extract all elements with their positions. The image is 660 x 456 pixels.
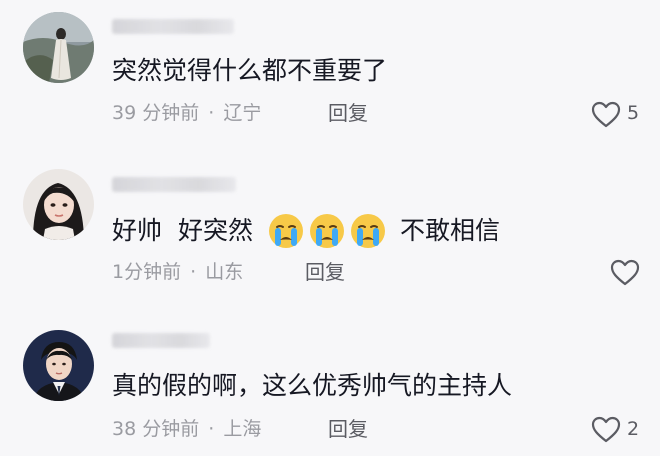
avatar-image bbox=[23, 169, 94, 240]
avatar[interactable] bbox=[23, 169, 94, 240]
avatar-image bbox=[23, 12, 94, 83]
comment-meta: 1分钟前 · 山东 bbox=[112, 260, 243, 284]
comment-text: 真的假的啊，这么优秀帅气的主持人 bbox=[112, 369, 512, 403]
meta-separator: · bbox=[208, 102, 215, 124]
comment-text: 好帅 好突然 不敢相信 bbox=[112, 212, 500, 250]
comment-text-part-1: 好帅 bbox=[112, 216, 163, 245]
emoji-group bbox=[267, 212, 390, 250]
comment-text-content: 真的假的啊，这么优秀帅气的主持人 bbox=[112, 371, 513, 400]
reply-button[interactable]: 回复 bbox=[328, 417, 368, 441]
username-blurred[interactable] bbox=[112, 177, 236, 192]
loudly-crying-face-emoji-icon bbox=[310, 214, 345, 248]
comment-meta: 38 分钟前 · 上海 bbox=[112, 417, 261, 441]
heart-icon[interactable] bbox=[609, 257, 641, 287]
username-blurred[interactable] bbox=[112, 333, 210, 348]
comment-text-part-2: 好突然 bbox=[178, 216, 254, 245]
comment-text-content: 突然觉得什么都不重要了 bbox=[112, 56, 388, 85]
comment-meta: 39 分钟前 · 辽宁 bbox=[112, 101, 261, 125]
comment-location: 山东 bbox=[205, 261, 244, 283]
comment-time: 1分钟前 bbox=[112, 261, 182, 283]
comment-text: 突然觉得什么都不重要了 bbox=[112, 54, 387, 88]
reply-button[interactable]: 回复 bbox=[305, 260, 345, 284]
comment-text-part-3: 不敢相信 bbox=[400, 216, 501, 245]
avatar-image bbox=[23, 330, 94, 401]
username-blurred[interactable] bbox=[112, 19, 234, 34]
like-count: 2 bbox=[627, 418, 640, 440]
like-count: 5 bbox=[627, 102, 640, 124]
heart-icon[interactable] bbox=[590, 414, 622, 444]
meta-separator: · bbox=[190, 261, 197, 283]
reply-button[interactable]: 回复 bbox=[328, 101, 368, 125]
meta-separator: · bbox=[208, 418, 215, 440]
loudly-crying-face-emoji-icon bbox=[269, 214, 304, 248]
avatar[interactable] bbox=[23, 12, 94, 83]
heart-icon[interactable] bbox=[590, 99, 622, 129]
comment-time: 39 分钟前 bbox=[112, 102, 200, 124]
comment-location: 上海 bbox=[223, 418, 262, 440]
comment-time: 38 分钟前 bbox=[112, 418, 200, 440]
comment-location: 辽宁 bbox=[223, 102, 262, 124]
avatar[interactable] bbox=[23, 330, 94, 401]
loudly-crying-face-emoji-icon bbox=[351, 214, 386, 248]
